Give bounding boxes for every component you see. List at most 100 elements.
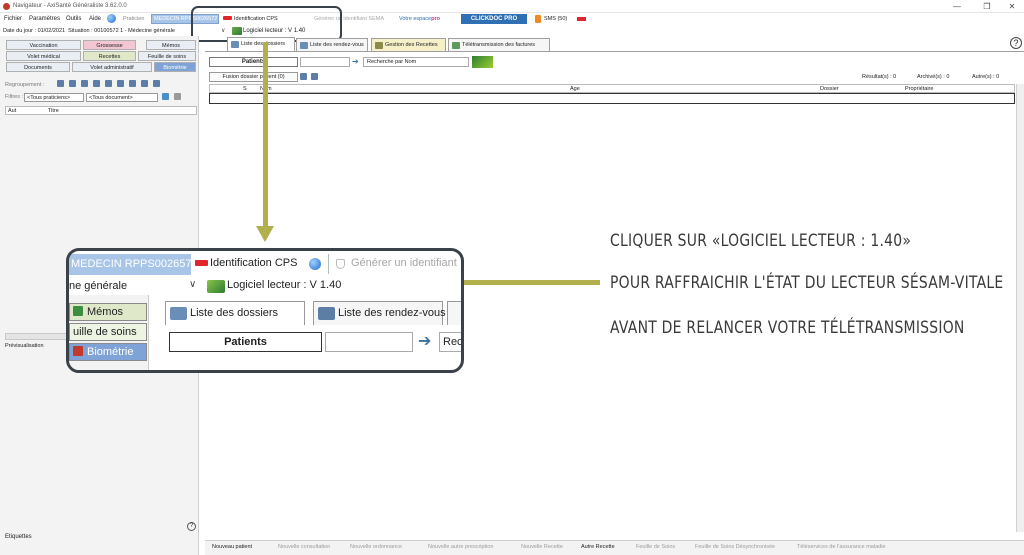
tab-grossesse[interactable]: Grossesse	[83, 40, 136, 50]
calendar-icon	[300, 42, 308, 49]
menu-aide[interactable]: Aide	[89, 16, 101, 22]
feuille-de-soins-button[interactable]: Feuille de Soins	[636, 544, 675, 550]
fusion-dossier-button[interactable]: Fusion dossier patient (0)	[209, 72, 298, 82]
recettes-icon	[375, 42, 383, 49]
tab-feuille-de-soins[interactable]: Feuille de soins	[138, 51, 196, 61]
vertical-scrollbar[interactable]	[1016, 84, 1024, 532]
zoom-identification-cps: Identification CPS	[210, 257, 298, 269]
tab-memos[interactable]: Mémos	[146, 40, 196, 50]
zoom-card-reader-icon	[207, 280, 225, 293]
minimize-button[interactable]: —	[945, 1, 969, 12]
zoom-globe-icon	[309, 258, 321, 270]
tab-liste-dossiers[interactable]: Liste des dossiers	[227, 37, 295, 51]
menu-fichier[interactable]: Fichier	[4, 16, 22, 22]
nouveau-patient-button[interactable]: Nouveau patient	[212, 544, 252, 550]
menu-outils[interactable]: Outils	[66, 16, 81, 22]
zoom-tab-biometrie: Biométrie	[69, 343, 147, 361]
autres-count: Autre(s) : 0	[972, 74, 1000, 80]
zoom-tab-feuille: uille de soins	[69, 323, 147, 341]
zoom-dropdown-icon: ∨	[189, 279, 197, 290]
merge-icon[interactable]	[300, 73, 307, 80]
etiquettes-label: Etiquettes	[5, 534, 32, 540]
print-icon[interactable]	[174, 93, 181, 100]
clickdoc-pro-button[interactable]: CLICKDOC PRO	[461, 14, 527, 24]
calendar-icon[interactable]	[69, 80, 76, 87]
nouvelle-recette-button[interactable]: Nouvelle Recette	[521, 544, 563, 550]
tab-liste-rdv[interactable]: Liste des rendez-vous	[296, 38, 368, 51]
zoom-shield-icon	[336, 259, 345, 269]
export-icon[interactable]	[311, 73, 318, 80]
zoom-arrow-icon: ➔	[418, 333, 432, 350]
sms-icon	[535, 15, 541, 23]
app-icon	[3, 3, 10, 10]
tab-biometrie[interactable]: Biométrie	[154, 62, 196, 72]
close-button[interactable]: ✕	[1000, 1, 1024, 12]
menu-parametres[interactable]: Paramètres	[29, 16, 60, 22]
regroupement-label: Regroupement :	[5, 82, 45, 88]
instruction-line-3: AVANT DE RELANCER VOTRE TÉLÉTRANSMISSION	[610, 318, 965, 338]
table-row[interactable]	[209, 93, 1015, 104]
tab-gestion-recettes[interactable]: Gestion des Recettes	[371, 38, 446, 51]
teleservices-button[interactable]: Téléservices de l'assurance maladie	[797, 544, 885, 550]
votre-espace-link[interactable]: Votre espacepro	[399, 16, 440, 22]
zoom-situation: ne générale	[69, 280, 128, 292]
zoom-cps-icon	[195, 260, 208, 266]
list-icon[interactable]	[105, 80, 112, 87]
zoom-tab-liste-dossiers: Liste des dossiers	[165, 301, 305, 325]
help-icon[interactable]: ?	[1010, 37, 1022, 49]
instruction-line-1: CLIQUER SUR «LOGICIEL LECTEUR : 1.40»	[610, 231, 912, 251]
expand-icon[interactable]	[141, 80, 148, 87]
filter-documents-select[interactable]: <Tous document>	[86, 93, 158, 102]
tab-vaccination[interactable]: Vaccination	[6, 40, 81, 50]
patients-select[interactable]: Patients	[209, 57, 298, 67]
grid-icon[interactable]	[57, 80, 64, 87]
filter-icon[interactable]	[162, 93, 169, 100]
restore-button[interactable]: ❐	[975, 1, 999, 12]
carte-vitale-button[interactable]	[472, 56, 493, 68]
arrow-down-head	[256, 226, 274, 242]
zoom-praticien: MEDECIN RPPS0026572	[69, 254, 191, 275]
resultats-count: Résultat(s) : 0	[862, 74, 897, 80]
patients-grid-header: S Nom Age Dossier Propriétaire	[209, 84, 1015, 93]
feuille-soins-desync-button[interactable]: Feuille de Soins Désynchronisée	[695, 544, 775, 550]
instruction-line-2: POUR RAFFRAICHIR L'ÉTAT DU LECTEUR SÉSAM…	[610, 273, 1004, 293]
arrow-down-shaft	[263, 42, 268, 232]
globe-icon[interactable]	[107, 14, 116, 23]
zoom-separator	[328, 254, 329, 274]
zoom-biometrie-icon	[73, 346, 83, 356]
user-icon[interactable]	[81, 80, 88, 87]
filtres-label: Filtres :	[5, 94, 24, 100]
nouvelle-autre-prescription-button[interactable]: Nouvelle autre prescription	[428, 544, 493, 550]
tab-volet-administratif[interactable]: Volet administratif	[72, 62, 152, 72]
previsualisation-label: Prévisualisation	[5, 343, 44, 349]
filter-praticiens-select[interactable]: <Tous praticiens>	[24, 93, 84, 102]
tab-recettes[interactable]: Recettes	[83, 51, 136, 61]
flag-icon[interactable]	[577, 17, 586, 21]
refresh-icon[interactable]	[153, 80, 160, 87]
autre-recette-button[interactable]: Autre Recette	[581, 544, 615, 550]
tab-documents[interactable]: Documents	[6, 62, 70, 72]
tab-teletransmission[interactable]: Télétransmission des factures	[448, 38, 550, 51]
hierarchy-icon[interactable]	[117, 80, 124, 87]
status-line: Date du jour : 01/02/2021 Situation : 00…	[3, 28, 175, 34]
archives-count: Archivé(s) : 0	[917, 74, 950, 80]
nouvelle-ordonnance-button[interactable]: Nouvelle ordonnance	[350, 544, 402, 550]
zoom-recherche: Rec	[439, 332, 461, 352]
arrow-right-icon[interactable]: ➔	[352, 57, 359, 66]
documents-grid-header: Aut Titre	[5, 106, 197, 115]
folder-icon	[231, 41, 239, 48]
zoom-tab-liste-rdv: Liste des rendez-vous	[313, 301, 446, 325]
tab-volet-medical[interactable]: Volet médical	[6, 51, 81, 61]
zoom-callout: MEDECIN RPPS0026572 Identification CPS G…	[66, 248, 464, 373]
zoom-tab-memos: Mémos	[69, 303, 147, 321]
sms-button[interactable]: SMS (50)	[544, 16, 567, 22]
collapse-icon[interactable]	[129, 80, 136, 87]
search-input[interactable]	[300, 57, 350, 67]
help-icon-small[interactable]: ?	[187, 522, 196, 531]
zoom-left-panel: Mémos uille de soins Biométrie	[69, 295, 149, 370]
zoom-generer: Générer un identifiant	[351, 257, 457, 269]
recherche-select[interactable]: Recherche par Nom	[363, 57, 469, 67]
nouvelle-consultation-button[interactable]: Nouvelle consultation	[278, 544, 330, 550]
zoom-search-input	[325, 332, 413, 352]
folder-icon[interactable]	[93, 80, 100, 87]
